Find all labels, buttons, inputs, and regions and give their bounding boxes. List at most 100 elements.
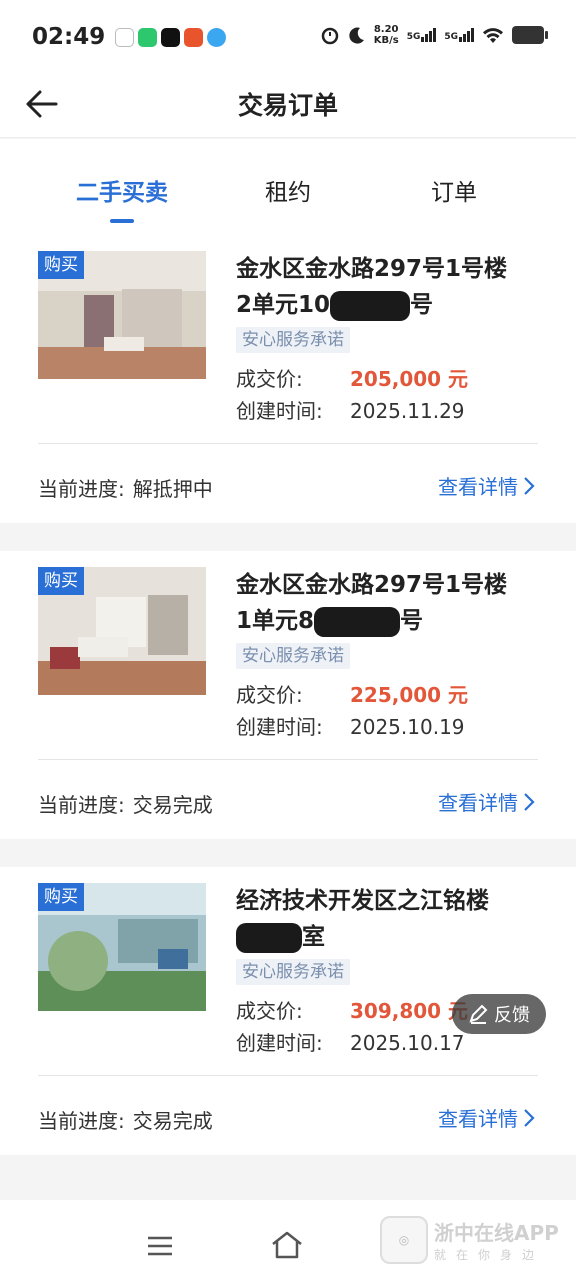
property-photo: 购买 <box>38 567 206 695</box>
tab-lease[interactable]: 租约 <box>218 173 358 207</box>
progress-label: 当前进度: <box>38 477 125 501</box>
chevron-right-icon <box>524 476 535 495</box>
system-icons: 8.20 KB/s 5G 5G <box>320 24 548 46</box>
date-label: 创建时间: <box>236 1031 323 1055</box>
tab-second-hand[interactable]: 二手买卖 <box>52 173 192 207</box>
menu-icon[interactable] <box>146 1234 174 1258</box>
address-line-2: 室 <box>236 919 536 955</box>
address-line-2-prefix: 1单元8 <box>236 608 315 634</box>
address-line-2-suffix: 号 <box>400 608 424 634</box>
watermark-logo: ◎ <box>380 1216 428 1264</box>
calendar-notif-icon <box>115 27 135 47</box>
service-tag: 安心服务承诺 <box>236 643 350 669</box>
property-address: 经济技术开发区之江铭楼 室 <box>236 883 536 955</box>
progress-value: 解抵押中 <box>132 477 213 501</box>
signal-label-2: 5G <box>444 32 458 42</box>
feedback-label: 反馈 <box>494 1005 530 1026</box>
progress-row: 当前进度: 交易完成 <box>38 789 213 818</box>
battery-icon <box>512 26 548 44</box>
browser-notif-icon <box>207 27 227 47</box>
price-label: 成交价: <box>236 999 303 1023</box>
date-value: 2025.10.19 <box>350 715 465 739</box>
progress-value: 交易完成 <box>132 793 213 817</box>
view-details-link[interactable]: 查看详情 <box>438 471 536 500</box>
service-tag: 安心服务承诺 <box>236 327 350 353</box>
view-details-label: 查看详情 <box>438 791 518 815</box>
progress-row: 当前进度: 解抵押中 <box>38 473 213 502</box>
date-value: 2025.11.29 <box>350 399 465 423</box>
divider <box>38 443 538 444</box>
status-time: 02:49 <box>32 24 106 50</box>
divider <box>38 1075 538 1076</box>
app-notif-icon <box>184 27 204 47</box>
address-line-2-prefix: 2单元10 <box>236 292 331 318</box>
order-card[interactable]: 购买 金水区金水路297号1号楼 1单元8 号 安心服务承诺 成交价: 225,00… <box>0 551 576 839</box>
chevron-right-icon <box>524 1108 535 1127</box>
date-row: 创建时间: 2025.11.29 <box>236 395 465 424</box>
signal-5g-1: 5G <box>407 28 437 42</box>
net-speed-value: 8.20 <box>373 24 399 35</box>
view-details-label: 查看详情 <box>438 475 518 499</box>
order-card[interactable]: 购买 金水区金水路297号1号楼 2单元10 号 安心服务承诺 成交价: 205,0… <box>0 235 576 523</box>
property-photo: 购买 <box>38 883 206 1011</box>
price-value: 225,000 元 <box>350 683 469 707</box>
system-nav-bar: ◎ 浙中在线APP 就在你身边 <box>0 1200 576 1280</box>
price-row: 成交价: 205,000 元 <box>236 363 468 392</box>
price-row: 成交价: 225,000 元 <box>236 679 468 708</box>
status-bar: 02:49 8.20 KB/s 5G 5G <box>0 0 576 74</box>
page-title: 交易订单 <box>237 91 338 120</box>
address-line-2: 2单元10 号 <box>236 287 536 323</box>
price-value: 309,800 元 <box>350 999 469 1023</box>
address-line-2-suffix: 室 <box>302 924 325 950</box>
divider <box>38 759 538 760</box>
feedback-button[interactable]: 反馈 <box>452 994 546 1034</box>
watermark-main: 浙中在线APP <box>434 1221 559 1245</box>
home-icon[interactable] <box>270 1230 304 1260</box>
order-type-badge: 购买 <box>38 251 84 279</box>
address-line-2: 1单元8 号 <box>236 603 536 639</box>
address-line-1: 金水区金水路297号1号楼 <box>236 256 508 282</box>
price-label: 成交价: <box>236 367 303 391</box>
chevron-right-icon <box>524 792 535 811</box>
active-tab-indicator <box>110 219 134 223</box>
alarm-icon <box>321 27 338 45</box>
edit-icon <box>469 1004 488 1024</box>
order-type-badge: 购买 <box>38 567 84 595</box>
tab-orders[interactable]: 订单 <box>384 173 524 207</box>
view-details-link[interactable]: 查看详情 <box>438 787 536 816</box>
address-line-1: 金水区金水路297号1号楼 <box>236 572 508 598</box>
service-tag: 安心服务承诺 <box>236 959 350 985</box>
property-photo: 购买 <box>38 251 206 379</box>
progress-label: 当前进度: <box>38 1109 125 1133</box>
address-line-2-suffix: 号 <box>410 292 434 318</box>
price-value: 205,000 元 <box>350 367 469 391</box>
price-label: 成交价: <box>236 683 303 707</box>
progress-value: 交易完成 <box>132 1109 213 1133</box>
watermark-sub: 就在你身边 <box>434 1248 545 1262</box>
net-speed-unit: KB/s <box>373 35 399 46</box>
notification-icons <box>115 27 227 47</box>
date-label: 创建时间: <box>236 399 323 423</box>
price-row: 成交价: 309,800 元 <box>236 995 468 1024</box>
date-row: 创建时间: 2025.10.19 <box>236 711 465 740</box>
redaction-mark <box>236 922 302 953</box>
view-details-link[interactable]: 查看详情 <box>438 1103 536 1132</box>
date-row: 创建时间: 2025.10.17 <box>236 1027 465 1056</box>
watermark-text: 浙中在线APP 就在你身边 <box>434 1217 559 1263</box>
tiktok-notif-icon <box>161 27 181 47</box>
header: 交易订单 <box>0 74 576 138</box>
redaction-mark <box>314 606 401 637</box>
view-details-label: 查看详情 <box>438 1107 518 1131</box>
address-line-1: 经济技术开发区之江铭楼 <box>236 888 489 914</box>
redaction-mark <box>330 290 411 321</box>
wechat-notif-icon <box>138 27 158 47</box>
tab-bar: 二手买卖 租约 订单 <box>0 139 576 235</box>
order-type-badge: 购买 <box>38 883 84 911</box>
date-value: 2025.10.17 <box>350 1031 465 1055</box>
property-address: 金水区金水路297号1号楼 2单元10 号 <box>236 251 536 323</box>
watermark: ◎ 浙中在线APP 就在你身边 <box>380 1216 559 1264</box>
net-speed: 8.20 KB/s <box>374 24 399 46</box>
property-address: 金水区金水路297号1号楼 1单元8 号 <box>236 567 536 639</box>
moon-icon <box>349 27 364 44</box>
progress-label: 当前进度: <box>38 793 125 817</box>
